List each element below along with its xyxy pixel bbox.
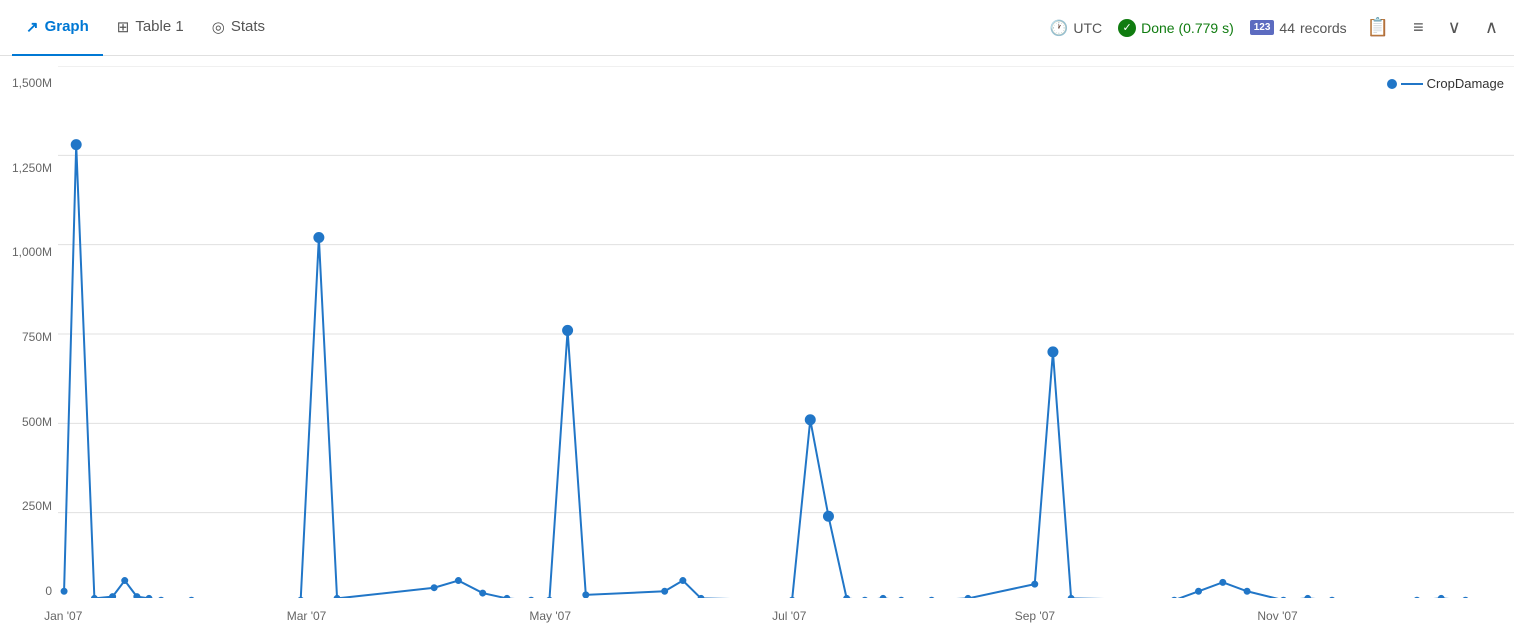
status-text: Done (0.779 s) xyxy=(1141,20,1234,36)
chart-legend: CropDamage xyxy=(1387,76,1504,91)
x-label: Sep '07 xyxy=(1015,609,1055,623)
graph-icon: ↗ xyxy=(26,18,39,36)
y-label-1250: 1,250M xyxy=(12,161,52,175)
records-icon: 123 xyxy=(1250,20,1275,35)
chart-svg xyxy=(58,66,1514,598)
tab-stats[interactable]: ◎ Stats xyxy=(198,0,279,56)
x-label: Mar '07 xyxy=(287,609,327,623)
collapse-button[interactable]: ∧ xyxy=(1481,13,1502,42)
timezone-display: 🕐 UTC xyxy=(1050,19,1102,37)
legend-line-seg xyxy=(1401,83,1423,85)
y-label-1000: 1,000M xyxy=(12,245,52,259)
y-label-750: 750M xyxy=(22,330,52,344)
legend-dot xyxy=(1387,79,1397,89)
expand-button[interactable]: ∨ xyxy=(1444,13,1465,42)
tab-graph-label: Graph xyxy=(45,18,89,35)
columns-button[interactable]: ≡ xyxy=(1409,13,1428,42)
y-label-500: 500M xyxy=(22,415,52,429)
legend-label: CropDamage xyxy=(1427,76,1504,91)
records-label: records xyxy=(1300,20,1347,36)
status-badge: ✓ Done (0.779 s) xyxy=(1118,19,1234,37)
legend-item-cropdamage: CropDamage xyxy=(1387,76,1504,91)
table-icon: ⊞ xyxy=(117,18,130,36)
x-label: Nov '07 xyxy=(1257,609,1297,623)
chart-main: CropDamage Jan '07Mar '07May '07Jul '07S… xyxy=(58,66,1514,630)
stats-icon: ◎ xyxy=(212,18,225,36)
clock-icon: 🕐 xyxy=(1050,19,1069,37)
tab-stats-label: Stats xyxy=(231,18,265,35)
done-icon: ✓ xyxy=(1118,19,1136,37)
y-label-0: 0 xyxy=(45,584,52,598)
tab-bar: ↗ Graph ⊞ Table 1 ◎ Stats 🕐 UTC ✓ Done (… xyxy=(0,0,1514,56)
x-label: May '07 xyxy=(529,609,571,623)
timezone-label: UTC xyxy=(1073,20,1102,36)
tab-table1-label: Table 1 xyxy=(135,18,183,35)
x-label: Jan '07 xyxy=(44,609,82,623)
x-axis: Jan '07Mar '07May '07Jul '07Sep '07Nov '… xyxy=(58,602,1514,630)
y-label-250: 250M xyxy=(22,499,52,513)
x-label: Jul '07 xyxy=(772,609,806,623)
copy-button[interactable]: 📋 xyxy=(1363,13,1393,42)
y-axis: 1,500M 1,250M 1,000M 750M 500M 250M 0 xyxy=(0,66,58,630)
header-right: 🕐 UTC ✓ Done (0.779 s) 123 44 records 📋 … xyxy=(1050,13,1502,42)
tab-graph[interactable]: ↗ Graph xyxy=(12,0,103,56)
y-label-1500: 1,500M xyxy=(12,76,52,90)
tab-table1[interactable]: ⊞ Table 1 xyxy=(103,0,198,56)
records-count: 44 xyxy=(1279,20,1295,36)
chart-container: 1,500M 1,250M 1,000M 750M 500M 250M 0 Cr… xyxy=(0,56,1514,630)
records-badge: 123 44 records xyxy=(1250,20,1347,36)
